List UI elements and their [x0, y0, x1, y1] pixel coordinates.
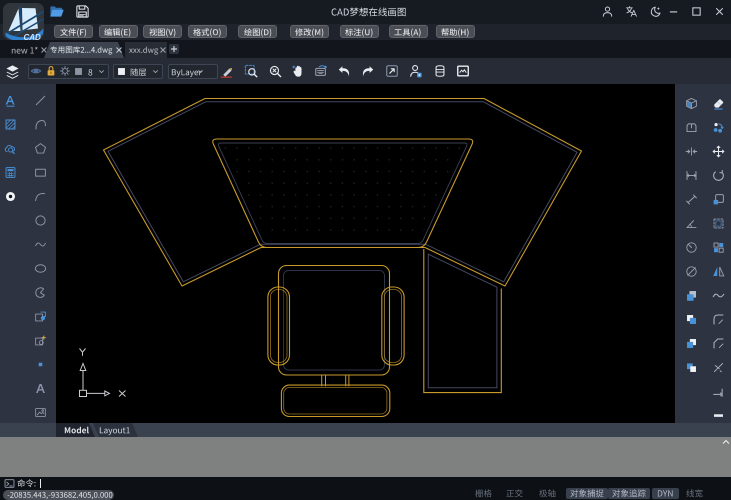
svg-text:CAD: CAD: [24, 33, 42, 40]
